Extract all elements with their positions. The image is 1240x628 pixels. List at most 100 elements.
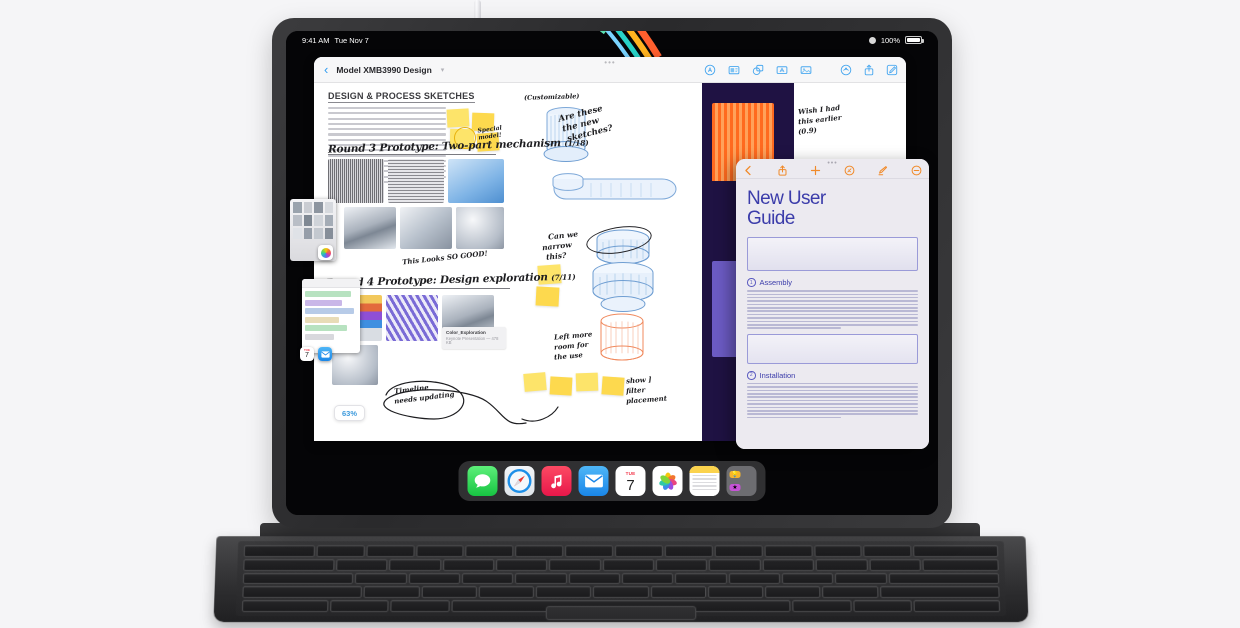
key[interactable] <box>922 558 999 571</box>
sticky-note[interactable] <box>575 372 599 392</box>
key[interactable] <box>714 545 763 557</box>
dock-icon-folder[interactable]: 💡 ★ <box>726 466 757 496</box>
key[interactable] <box>390 600 450 613</box>
dock-icon-music[interactable] <box>541 466 572 496</box>
key[interactable] <box>656 558 708 571</box>
key[interactable] <box>814 545 863 557</box>
key[interactable] <box>565 545 614 557</box>
key[interactable] <box>363 586 420 599</box>
key[interactable] <box>496 558 548 571</box>
key[interactable] <box>421 586 477 599</box>
document-title[interactable]: Model XMB3990 Design <box>336 65 431 75</box>
key[interactable] <box>330 600 389 613</box>
key[interactable] <box>707 586 764 599</box>
key[interactable] <box>728 572 781 585</box>
key[interactable] <box>822 586 879 599</box>
dock-icon-photos[interactable] <box>652 466 683 496</box>
key[interactable] <box>389 558 441 571</box>
key[interactable] <box>815 558 868 571</box>
sticky-note[interactable] <box>601 376 625 396</box>
key[interactable] <box>675 572 727 585</box>
sticky-note[interactable] <box>446 108 470 128</box>
slide-over-content[interactable]: New User Guide 1 Assembly 2 Installation <box>736 179 929 449</box>
chevron-left-icon[interactable] <box>743 163 754 176</box>
key[interactable] <box>241 600 329 613</box>
key[interactable] <box>781 572 834 585</box>
shapes-icon[interactable] <box>752 64 764 76</box>
key[interactable] <box>243 558 335 571</box>
photo-icon[interactable] <box>800 64 812 76</box>
key[interactable] <box>869 558 921 571</box>
key[interactable] <box>442 558 495 571</box>
key[interactable] <box>243 545 315 557</box>
magic-keyboard[interactable] <box>213 536 1029 623</box>
key[interactable] <box>835 572 887 585</box>
search-circle-icon[interactable] <box>844 163 855 176</box>
key[interactable] <box>535 586 592 599</box>
key[interactable] <box>602 558 655 571</box>
canvas-photo[interactable] <box>400 207 452 249</box>
key[interactable] <box>863 545 912 557</box>
dock[interactable]: TUE 7 💡 ★ <box>458 461 766 501</box>
dock-icon-messages[interactable] <box>467 466 498 496</box>
share-icon[interactable] <box>777 163 788 176</box>
canvas-photo[interactable] <box>344 207 396 249</box>
dock-icon-safari[interactable] <box>504 466 535 496</box>
key[interactable] <box>615 545 663 557</box>
key[interactable] <box>515 545 564 557</box>
sticky-note[interactable] <box>549 376 573 396</box>
scribble-icon[interactable] <box>704 64 716 76</box>
app-badge-photos[interactable] <box>318 245 333 260</box>
dock-icon-notes[interactable] <box>689 466 720 496</box>
key[interactable] <box>621 572 674 585</box>
key[interactable] <box>336 558 388 571</box>
key[interactable] <box>709 558 761 571</box>
key[interactable] <box>593 586 649 599</box>
key[interactable] <box>762 558 815 571</box>
trackpad[interactable] <box>545 606 697 621</box>
key[interactable] <box>764 545 813 557</box>
app-badge-mail[interactable] <box>318 347 332 361</box>
window-grab-handle[interactable]: ••• <box>604 59 615 67</box>
sticky-note[interactable] <box>523 372 547 392</box>
dock-icon-calendar[interactable]: TUE 7 <box>615 466 646 496</box>
multitask-card-calendar[interactable] <box>302 279 360 353</box>
slide-over-window[interactable]: ••• New User Guide 1 Assembly 2 Installa… <box>736 159 929 449</box>
key[interactable] <box>765 586 821 599</box>
canvas-photo[interactable] <box>328 159 384 203</box>
canvas-photo[interactable] <box>456 207 504 249</box>
key[interactable] <box>366 545 415 557</box>
key[interactable] <box>568 572 621 585</box>
chevron-down-icon[interactable]: ▾ <box>441 66 445 74</box>
chevron-left-icon[interactable]: ‹ <box>322 63 330 76</box>
slide-over-grab-handle[interactable]: ••• <box>827 160 837 167</box>
app-badge-calendar[interactable]: TUE 7 <box>300 347 314 361</box>
sticky-note[interactable] <box>535 286 560 307</box>
key[interactable] <box>650 586 707 599</box>
key[interactable] <box>853 600 912 613</box>
minus-circle-icon[interactable] <box>911 163 922 176</box>
text-box-icon[interactable] <box>776 64 788 76</box>
key[interactable] <box>549 558 601 571</box>
key[interactable] <box>888 572 1000 585</box>
marker-pen-icon[interactable] <box>877 163 888 176</box>
key[interactable] <box>416 545 464 557</box>
key[interactable] <box>465 545 514 557</box>
share-icon[interactable] <box>863 64 875 76</box>
plus-icon[interactable] <box>810 163 821 176</box>
key[interactable] <box>879 586 1000 599</box>
canvas-photo[interactable] <box>386 295 438 341</box>
key[interactable] <box>242 586 363 599</box>
collaborate-icon[interactable] <box>840 64 852 76</box>
attachment-chip[interactable]: Color_Exploration Keynote Presentation —… <box>442 327 506 350</box>
canvas-photo[interactable] <box>448 159 504 203</box>
key[interactable] <box>515 572 567 585</box>
key[interactable] <box>242 572 354 585</box>
key[interactable] <box>408 572 461 585</box>
key[interactable] <box>478 586 535 599</box>
compose-icon[interactable] <box>886 64 898 76</box>
key[interactable] <box>913 600 1001 613</box>
key[interactable] <box>355 572 407 585</box>
key[interactable] <box>461 572 514 585</box>
key[interactable] <box>913 545 999 557</box>
